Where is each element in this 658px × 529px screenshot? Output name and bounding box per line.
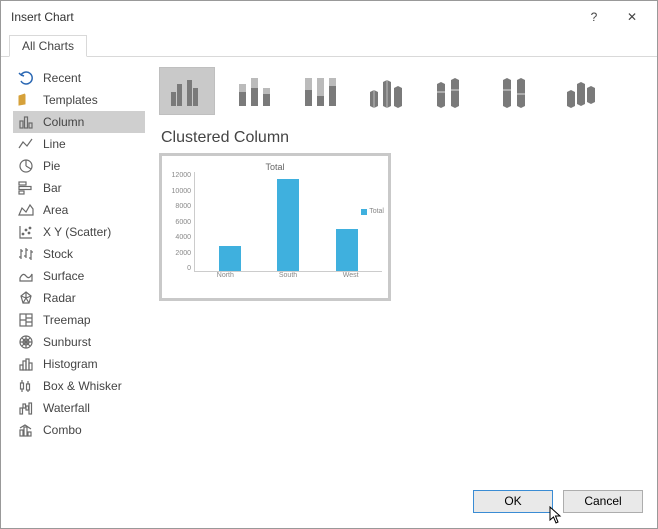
chart-preview[interactable]: Total 12000 10000 8000 6000 4000 2000 0 — [159, 153, 391, 301]
sidebar-item-treemap[interactable]: Treemap — [13, 309, 145, 331]
column-subtype-row — [159, 67, 645, 129]
sidebar-item-label: Bar — [43, 181, 62, 195]
radar-icon — [17, 289, 35, 307]
subtype-100-stacked-column[interactable] — [291, 67, 347, 115]
line-icon — [17, 135, 35, 153]
subtype-3d-column[interactable] — [555, 67, 611, 115]
sidebar-item-area[interactable]: Area — [13, 199, 145, 221]
titlebar: Insert Chart ? ✕ — [1, 1, 657, 33]
preview-bar — [219, 246, 241, 271]
sidebar-item-radar[interactable]: Radar — [13, 287, 145, 309]
surface-icon — [17, 267, 35, 285]
legend-swatch — [361, 209, 367, 215]
sidebar-item-label: Sunburst — [43, 335, 91, 349]
chart-subtype-title: Clustered Column — [161, 129, 645, 147]
preview-plot: 12000 10000 8000 6000 4000 2000 0 — [168, 172, 382, 272]
subtype-clustered-column[interactable] — [159, 67, 215, 115]
dialog-title: Insert Chart — [11, 10, 575, 24]
sidebar-item-label: Area — [43, 203, 68, 217]
box-whisker-icon — [17, 377, 35, 395]
preview-bar — [336, 229, 358, 271]
preview-chart-title: Total — [168, 162, 382, 172]
area-icon — [17, 201, 35, 219]
preview-bar — [277, 179, 299, 271]
cancel-button[interactable]: Cancel — [563, 490, 643, 513]
preview-x-axis: North South West — [168, 272, 382, 279]
sidebar-item-combo[interactable]: Combo — [13, 419, 145, 441]
sidebar-item-label: Radar — [43, 291, 76, 305]
sidebar-item-bar[interactable]: Bar — [13, 177, 145, 199]
waterfall-icon — [17, 399, 35, 417]
sidebar-item-label: Waterfall — [43, 401, 90, 415]
recent-icon — [17, 69, 35, 87]
sidebar-item-stock[interactable]: Stock — [13, 243, 145, 265]
sidebar-item-column[interactable]: Column — [13, 111, 145, 133]
sidebar-item-label: Column — [43, 115, 84, 129]
sidebar-item-box-whisker[interactable]: Box & Whisker — [13, 375, 145, 397]
sidebar-item-surface[interactable]: Surface — [13, 265, 145, 287]
sidebar-item-label: Templates — [43, 93, 98, 107]
pie-icon — [17, 157, 35, 175]
column-icon — [17, 113, 35, 131]
sidebar-item-line[interactable]: Line — [13, 133, 145, 155]
sidebar-item-sunburst[interactable]: Sunburst — [13, 331, 145, 353]
sidebar-item-label: Combo — [43, 423, 82, 437]
sidebar-item-label: Recent — [43, 71, 81, 85]
sunburst-icon — [17, 333, 35, 351]
main-panel: Clustered Column Total 12000 10000 8000 … — [159, 67, 645, 476]
close-button[interactable]: ✕ — [613, 3, 651, 31]
help-button[interactable]: ? — [575, 3, 613, 31]
sidebar-item-label: Surface — [43, 269, 84, 283]
subtype-3d-stacked-column[interactable] — [423, 67, 479, 115]
combo-icon — [17, 421, 35, 439]
sidebar-item-label: Histogram — [43, 357, 98, 371]
ok-button[interactable]: OK — [473, 490, 553, 513]
sidebar-item-recent[interactable]: Recent — [13, 67, 145, 89]
close-icon: ✕ — [627, 10, 637, 24]
subtype-3d-clustered-column[interactable] — [357, 67, 413, 115]
sidebar-item-pie[interactable]: Pie — [13, 155, 145, 177]
histogram-icon — [17, 355, 35, 373]
preview-bars-area — [194, 172, 382, 272]
tabstrip: All Charts — [1, 33, 657, 57]
preview-y-axis: 12000 10000 8000 6000 4000 2000 0 — [168, 172, 194, 272]
sidebar-item-label: Treemap — [43, 313, 91, 327]
sidebar-item-label: X Y (Scatter) — [43, 225, 111, 239]
sidebar-item-scatter[interactable]: X Y (Scatter) — [13, 221, 145, 243]
subtype-stacked-column[interactable] — [225, 67, 281, 115]
sidebar-item-waterfall[interactable]: Waterfall — [13, 397, 145, 419]
legend-label: Total — [369, 208, 384, 215]
sidebar-item-histogram[interactable]: Histogram — [13, 353, 145, 375]
preview-legend: Total — [361, 208, 384, 215]
scatter-icon — [17, 223, 35, 241]
sidebar-item-templates[interactable]: Templates — [13, 89, 145, 111]
stock-icon — [17, 245, 35, 263]
treemap-icon — [17, 311, 35, 329]
sidebar-item-label: Stock — [43, 247, 73, 261]
dialog-footer: OK Cancel — [1, 484, 657, 528]
bar-icon — [17, 179, 35, 197]
sidebar-item-label: Line — [43, 137, 66, 151]
tab-all-charts[interactable]: All Charts — [9, 35, 87, 57]
sidebar-item-label: Pie — [43, 159, 60, 173]
subtype-3d-100-stacked-column[interactable] — [489, 67, 545, 115]
insert-chart-dialog: Insert Chart ? ✕ All Charts Recent Templ… — [0, 0, 658, 529]
help-icon: ? — [591, 10, 598, 24]
dialog-body: Recent Templates Column Line Pie Bar — [1, 57, 657, 484]
sidebar-item-label: Box & Whisker — [43, 379, 122, 393]
templates-icon — [17, 91, 35, 109]
chart-type-sidebar: Recent Templates Column Line Pie Bar — [13, 67, 145, 476]
